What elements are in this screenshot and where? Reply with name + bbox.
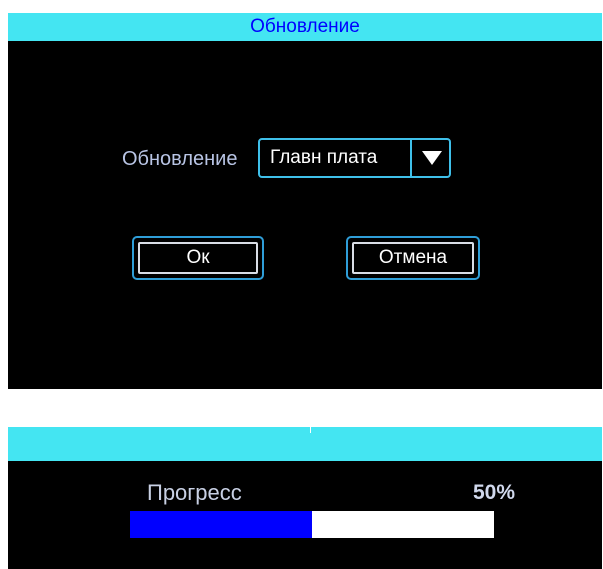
progress-label: Прогресс	[147, 480, 242, 505]
progress-bar-fill	[130, 511, 312, 538]
cancel-button-label: Отмена	[352, 242, 474, 274]
cancel-button[interactable]: Отмена	[346, 236, 480, 280]
progress-bar	[130, 511, 494, 538]
progress-dialog: Прогресс 50%	[8, 427, 602, 569]
update-target-label: Обновление	[122, 148, 238, 170]
progress-titlebar	[8, 427, 602, 461]
titlebar-divider	[310, 427, 311, 433]
update-dialog: Обновление Обновление Главн плата Ок Отм…	[8, 13, 602, 389]
dialog-title: Обновление	[8, 13, 602, 41]
ok-button-label: Ок	[138, 242, 258, 274]
select-value: Главн плата	[270, 147, 378, 168]
progress-percent: 50%	[473, 481, 516, 504]
triangle-down-icon[interactable]	[422, 151, 442, 165]
select-divider	[410, 140, 412, 176]
update-target-select[interactable]: Главн плата	[258, 138, 451, 178]
ok-button[interactable]: Ок	[132, 236, 264, 280]
